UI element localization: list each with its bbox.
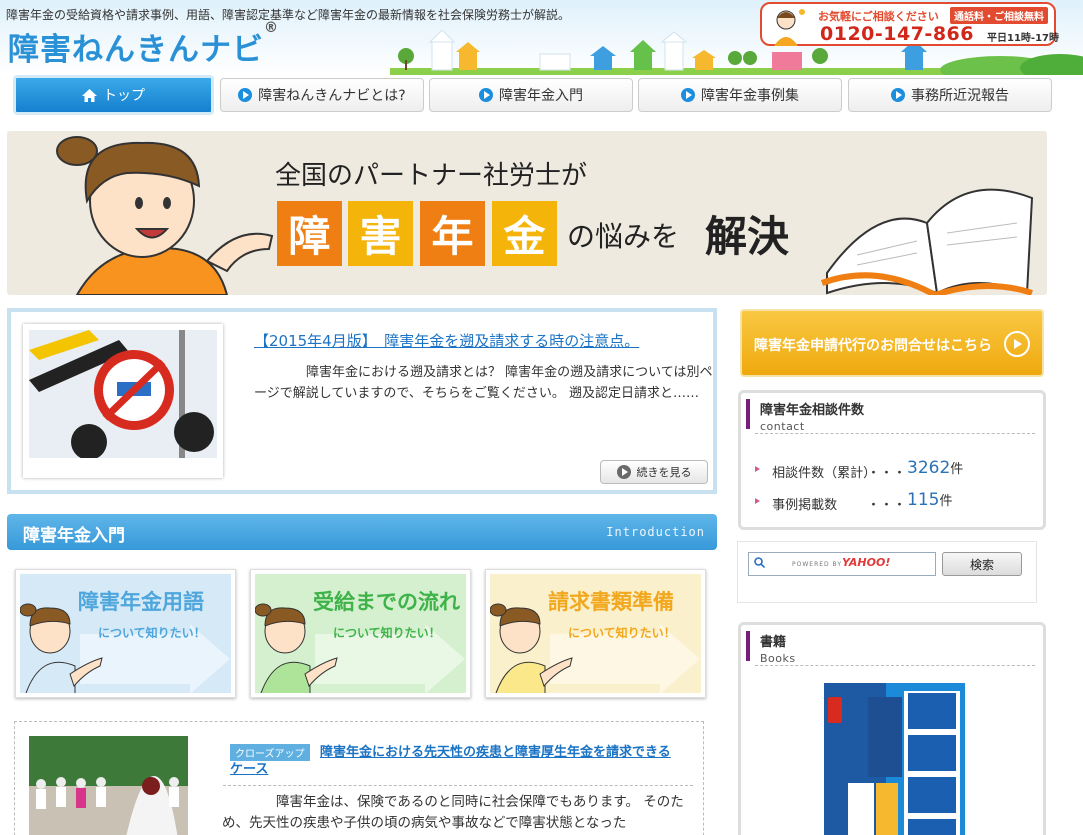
operator-illustration [774, 9, 805, 46]
nav-item-intro[interactable]: 障害年金入門 [429, 78, 633, 112]
section-subtitle: Introduction [606, 525, 705, 539]
divider [223, 785, 693, 786]
site-search-box: POWERED BY YAHOO! 検索 [737, 541, 1037, 603]
nav-label: 障害年金入門 [499, 88, 583, 104]
inquiry-cta-button[interactable]: 障害年金申請代行のお問合せはこちら [740, 309, 1044, 377]
stat-value: 115 [907, 490, 940, 510]
book-cover-art [828, 691, 960, 835]
divider [755, 665, 1035, 666]
guide-title: 受給までの流れ [313, 590, 460, 614]
guide-subtitle: について知りたい！ [333, 626, 441, 640]
nav-item-about[interactable]: 障害ねんきんナビとは? [220, 78, 424, 112]
nav-label: 事務所近況報告 [911, 88, 1009, 104]
no-entry-sign-image [29, 330, 217, 460]
read-more-label: 続きを見る [636, 466, 692, 479]
play-circle-icon [891, 88, 905, 102]
cta-label: 障害年金申請代行のお問合せはこちら [754, 338, 992, 354]
stat-label: 相談件数（累計） [772, 466, 877, 481]
arrow-circle-icon [1004, 331, 1030, 357]
play-circle-icon [479, 88, 493, 102]
guide-title: 障害年金用語 [78, 590, 204, 614]
play-circle-icon [238, 88, 253, 102]
stat-row-cases: 事例掲載数 ・・・ 115件 [755, 490, 1035, 513]
home-icon [82, 88, 97, 102]
books-heading: 書籍 Books [746, 631, 796, 665]
play-circle-icon [681, 88, 695, 102]
contact-hours: 平日11時-17時 [987, 33, 1059, 44]
divider [755, 433, 1035, 434]
featured-post: 【2015年4月版】 障害年金を遡及請求する時の注意点。 障害年金における遡及請… [7, 308, 717, 494]
closeup-post-excerpt: 障害年金は、保険であるのと同時に社会保障でもあります。 そのため、先天性の疾患や… [222, 794, 684, 831]
stat-dots: ・・・ [867, 498, 907, 513]
stat-dots: ・・・ [867, 466, 907, 481]
closeup-post: クローズアップ 障害年金における先天性の疾患と障害厚生年金を請求できるケース 障… [14, 721, 704, 835]
presenter-girl-illustration [56, 136, 274, 295]
nav-item-news[interactable]: 事務所近況報告 [848, 78, 1052, 112]
logo-text: 障害ねんきんナビ [8, 32, 264, 68]
consultation-stats-box: 障害年金相談件数 contact 相談件数（累計） ・・・ 3262件 事例掲載… [738, 390, 1046, 530]
search-button[interactable]: 検索 [942, 552, 1022, 576]
featured-post-title-link[interactable]: 【2015年4月版】 障害年金を遡及請求する時の注意点。 [254, 330, 639, 351]
bullet-triangle-icon [755, 497, 760, 504]
guide-subtitle: について知りたい！ [98, 626, 206, 640]
featured-thumbnail[interactable] [23, 324, 223, 478]
guide-card-terms[interactable]: 障害年金用語 について知りたい！ [15, 569, 236, 698]
books-subtitle: Books [760, 652, 796, 665]
hero-emphasis: 解決 [705, 212, 790, 261]
site-tagline: 障害年金の受給資格や請求事例、用語、障害認定基準など障害年金の最新情報を社会保険… [6, 8, 571, 22]
global-nav: トップ 障害ねんきんナビとは? 障害年金入門 障害年金事例集 事務所近況報告 [0, 75, 1083, 121]
guide-title: 請求書類準備 [548, 590, 674, 614]
bullet-triangle-icon [755, 465, 760, 472]
stats-subtitle: contact [760, 420, 805, 433]
open-book-illustration [820, 188, 1034, 295]
free-call-badge: 通話料・ご相談無料 [950, 7, 1048, 24]
contact-catchphrase: お気軽にご相談ください [818, 10, 939, 23]
guide-subtitle: について知りたい！ [568, 626, 676, 640]
nav-item-cases[interactable]: 障害年金事例集 [638, 78, 842, 112]
section-title: 障害年金入門 [23, 526, 125, 546]
nav-item-top[interactable]: トップ [13, 75, 214, 115]
books-box: 書籍 Books [738, 622, 1046, 835]
contact-phone-number[interactable]: 0120-147-866 [820, 23, 974, 45]
stat-row-consultations: 相談件数（累計） ・・・ 3262件 [755, 458, 1035, 481]
hero-suffix: の悩みを [567, 220, 680, 253]
nav-label: トップ [103, 88, 145, 104]
sports-day-photo [29, 736, 188, 835]
stat-unit: 件 [950, 462, 964, 477]
search-input[interactable] [748, 552, 936, 576]
hero-char-2: 害 [348, 201, 413, 266]
read-more-button[interactable]: 続きを見る [600, 460, 708, 484]
hero-char-1: 障 [277, 201, 342, 266]
featured-post-excerpt: 障害年金における遡及請求とは？ 障害年金の遡及請求については別ページで解説してい… [254, 365, 713, 401]
hero-char-3: 年 [420, 201, 485, 266]
guide-card-flow[interactable]: 受給までの流れ について知りたい！ [250, 569, 471, 698]
books-title: 書籍 [760, 635, 787, 650]
closeup-post-title-link[interactable]: 障害年金における先天性の疾患と障害厚生年金を請求できるケース [230, 744, 680, 778]
stats-title: 障害年金相談件数 [760, 403, 865, 418]
section-header-introduction: 障害年金入門 Introduction [7, 514, 717, 550]
site-logo[interactable]: 障害ねんきんナビ® [8, 20, 279, 69]
closeup-thumbnail[interactable] [29, 736, 188, 835]
hero-headline: 全国のパートナー社労士が [275, 161, 588, 191]
stat-unit: 件 [939, 494, 953, 509]
stats-heading: 障害年金相談件数 contact [746, 399, 865, 433]
hero-char-4: 金 [492, 201, 557, 266]
guide-card-documents[interactable]: 請求書類準備 について知りたい！ [485, 569, 706, 698]
book-cover-image[interactable] [824, 683, 965, 835]
stat-value: 3262 [907, 458, 951, 478]
nav-label: 障害ねんきんナビとは? [258, 88, 406, 104]
nav-label: 障害年金事例集 [701, 88, 799, 104]
registered-mark: ® [264, 20, 279, 36]
play-circle-icon [616, 465, 631, 479]
search-icon [754, 557, 765, 568]
contact-phone-box[interactable]: お気軽にご相談ください 通話料・ご相談無料 0120-147-866 平日11時… [760, 2, 1059, 46]
site-header: 障害年金の受給資格や請求事例、用語、障害認定基準など障害年金の最新情報を社会保険… [0, 0, 1083, 75]
hero-banner: 全国のパートナー社労士が 障 害 年 金 の悩みを 解決 [7, 131, 1047, 295]
stat-label: 事例掲載数 [772, 498, 838, 513]
